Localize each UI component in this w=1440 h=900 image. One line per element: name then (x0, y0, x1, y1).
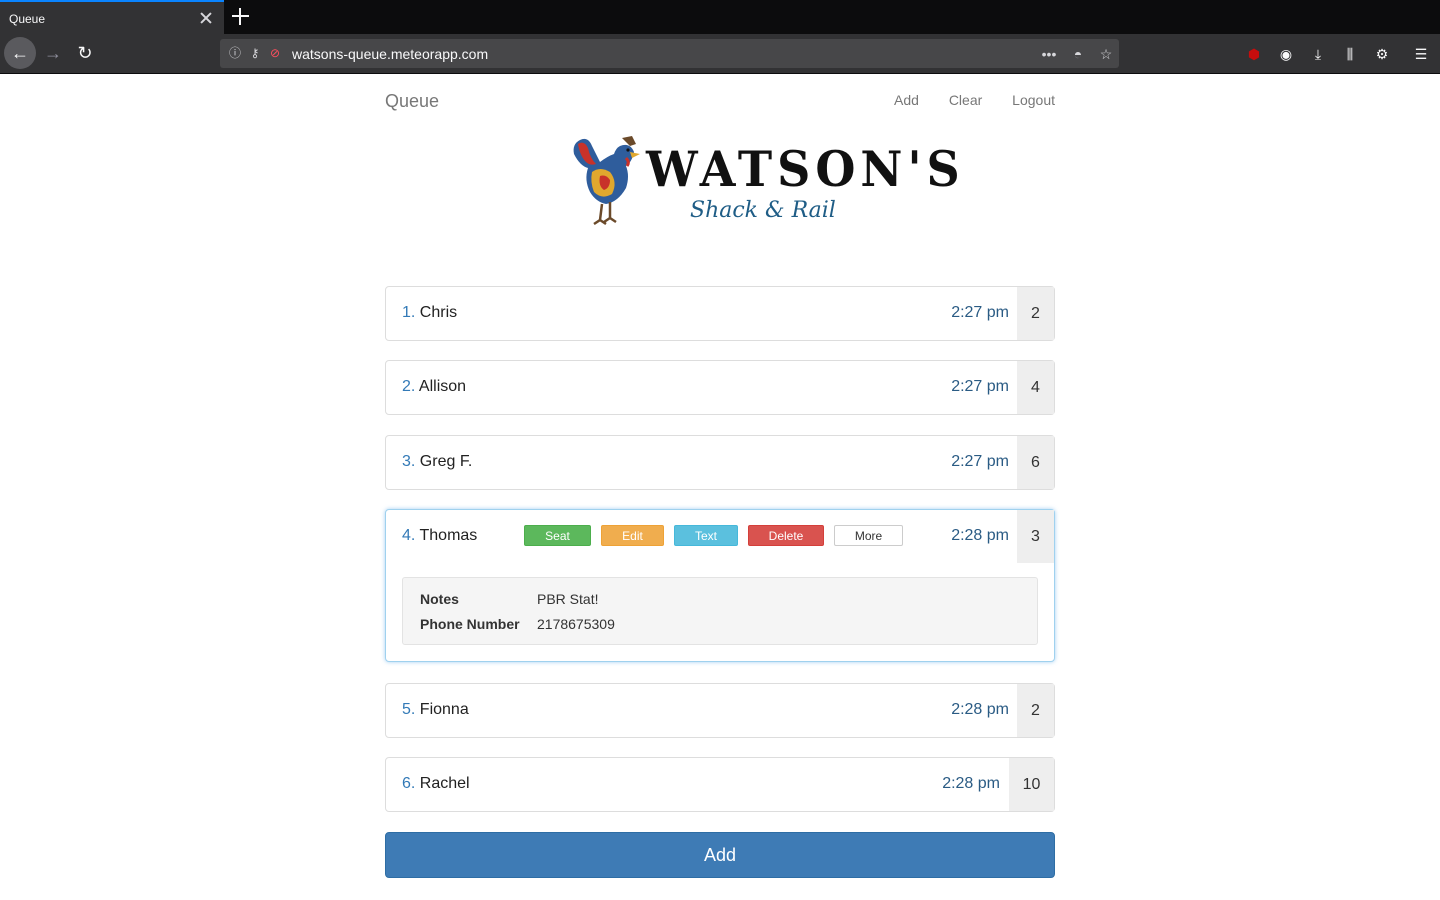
tab-close-icon[interactable] (199, 11, 213, 25)
bookmark-star-icon[interactable]: ☆ (1097, 45, 1115, 63)
address-bar[interactable]: ⓘ ⚷ ⊘ watsons-queue.meteorapp.com ••• ◓ … (220, 39, 1119, 68)
add-party-button[interactable]: Add (385, 832, 1055, 878)
browser-tab-strip: Queue (0, 0, 1440, 34)
ublock-icon[interactable]: ⬢ (1244, 44, 1264, 64)
check-in-time: 2:27 pm (951, 304, 1009, 321)
guest-name: Allison (418, 378, 467, 395)
check-in-time: 2:27 pm (951, 378, 1009, 395)
queue-card-expanded[interactable]: 4. Thomas Seat Edit Text Delete More 2:2… (385, 509, 1055, 662)
party-size-badge: 2 (1017, 684, 1054, 737)
party-size-badge: 3 (1017, 510, 1054, 563)
queue-card[interactable]: 6. Rachel 2:28 pm 10 (385, 757, 1055, 812)
key-icon[interactable]: ⚷ (248, 46, 262, 60)
check-in-time: 2:27 pm (951, 453, 1009, 470)
page-actions-icon[interactable]: ••• (1040, 45, 1058, 63)
guest-name: Thomas (419, 527, 478, 544)
logo-wordmark: WATSON'S (646, 140, 965, 198)
party-size-badge: 10 (1009, 758, 1054, 811)
browser-tab[interactable]: Queue (0, 0, 224, 34)
reload-icon[interactable]: ↻ (70, 38, 100, 68)
edit-button[interactable]: Edit (601, 525, 664, 546)
download-icon[interactable]: ⤓ (1308, 44, 1328, 64)
guest-name: Greg F. (419, 453, 473, 470)
back-arrow-icon[interactable]: ← (4, 37, 36, 69)
check-in-time: 2:28 pm (942, 775, 1000, 792)
queue-position: 5. (402, 701, 416, 718)
extension-g-icon[interactable]: ◉ (1276, 44, 1296, 64)
party-size-badge: 4 (1017, 361, 1054, 414)
queue-card[interactable]: 1. Chris 2:27 pm 2 (385, 286, 1055, 341)
insecure-lock-icon[interactable]: ⊘ (268, 46, 282, 60)
url-text[interactable]: watsons-queue.meteorapp.com (292, 46, 488, 62)
party-name: 2. Allison (402, 378, 466, 396)
guest-name: Fionna (419, 701, 469, 718)
queue-position: 4. (402, 527, 416, 544)
notes-label: Notes (420, 591, 459, 607)
queue-position: 6. (402, 775, 416, 792)
details-panel: Notes PBR Stat! Phone Number 2178675309 (402, 577, 1038, 645)
new-tab-icon[interactable] (232, 8, 249, 25)
check-in-time: 2:28 pm (951, 701, 1009, 718)
nav-add-link[interactable]: Add (894, 92, 919, 108)
nav-clear-link[interactable]: Clear (949, 92, 982, 108)
guest-name: Chris (419, 304, 458, 321)
rooster-icon (573, 136, 640, 226)
navbar-brand[interactable]: Queue (385, 91, 439, 112)
queue-card[interactable]: 5. Fionna 2:28 pm 2 (385, 683, 1055, 738)
party-name: 6. Rachel (402, 775, 470, 793)
text-button[interactable]: Text (674, 525, 738, 546)
check-in-time: 2:28 pm (951, 527, 1009, 544)
queue-position: 3. (402, 453, 416, 470)
info-icon[interactable]: ⓘ (228, 46, 242, 60)
phone-value: 2178675309 (537, 616, 615, 632)
logo-subtitle: Shack & Rail (690, 198, 836, 223)
pocket-icon[interactable]: ◓ (1069, 45, 1087, 63)
library-icon[interactable]: ⫼ (1340, 44, 1360, 64)
watsons-logo: WATSON'S Shack & Rail (570, 132, 960, 228)
party-name: 1. Chris (402, 304, 457, 322)
forward-arrow-icon[interactable]: → (38, 38, 68, 68)
navbar-links: Add Clear Logout (868, 92, 1055, 108)
notes-value: PBR Stat! (537, 591, 599, 607)
nav-logout-link[interactable]: Logout (1012, 92, 1055, 108)
queue-card[interactable]: 2. Allison 2:27 pm 4 (385, 360, 1055, 415)
party-name: 5. Fionna (402, 701, 469, 719)
guest-name: Rachel (419, 775, 470, 792)
queue-position: 2. (402, 378, 416, 395)
seat-button[interactable]: Seat (524, 525, 591, 546)
party-size-badge: 2 (1017, 287, 1054, 340)
party-size-badge: 6 (1017, 436, 1054, 489)
delete-button[interactable]: Delete (748, 525, 824, 546)
queue-position: 1. (402, 304, 416, 321)
settings-gear-icon[interactable]: ⚙ (1372, 44, 1392, 64)
more-button[interactable]: More (834, 525, 903, 546)
browser-toolbar: ← → ↻ ⓘ ⚷ ⊘ watsons-queue.meteorapp.com … (0, 34, 1440, 74)
party-name: 3. Greg F. (402, 453, 472, 471)
tab-title: Queue (9, 12, 46, 26)
queue-card[interactable]: 3. Greg F. 2:27 pm 6 (385, 435, 1055, 490)
hamburger-menu-icon[interactable]: ☰ (1411, 44, 1431, 64)
phone-label: Phone Number (420, 616, 520, 632)
party-name: 4. Thomas (402, 527, 477, 545)
